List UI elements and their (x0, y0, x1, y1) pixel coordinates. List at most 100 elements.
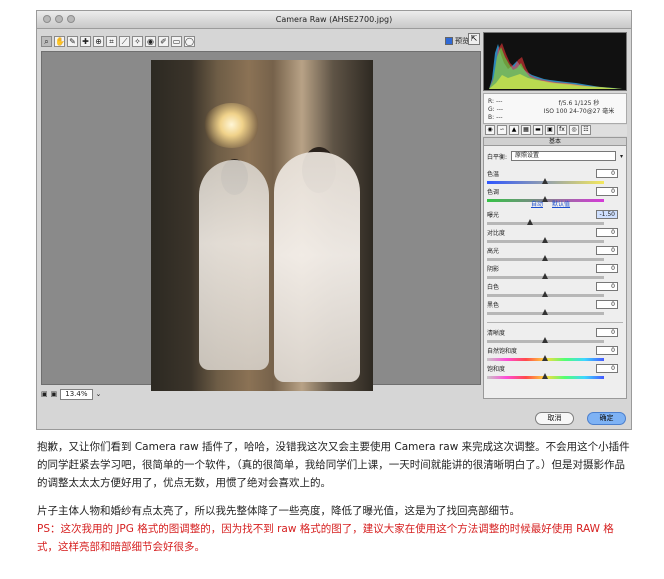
white-balance-label: 白平衡: (487, 153, 508, 161)
contrast-slider[interactable] (487, 237, 604, 243)
highlights-slider[interactable] (487, 255, 604, 261)
tone-curve-tab-icon[interactable]: ∽ (497, 125, 507, 135)
clarity-slider[interactable] (487, 337, 604, 343)
zoom-level[interactable]: 13.4% (60, 388, 93, 400)
bride-dress (274, 152, 360, 382)
spot-removal-tool-icon[interactable]: ✧ (132, 35, 143, 47)
focal-length-metadata: 24-70@27 毫米 (569, 108, 615, 115)
crop-tool-icon[interactable]: ⌗ (106, 35, 117, 47)
clarity-input[interactable]: 0 (596, 328, 618, 337)
zoom-tool-icon[interactable]: ⌕ (41, 35, 52, 47)
highlights-slider-thumb[interactable] (542, 255, 548, 261)
graduated-filter-tool-icon[interactable]: ▭ (171, 35, 182, 47)
camera-raw-window: Camera Raw (AHSE2700.jpg) ⌕ ✋ ✎ ✚ ⊕ ⌗ ⟋ … (36, 10, 632, 430)
exposure-metadata: f/5.6 1/125 秒 (558, 100, 600, 107)
blacks-row: 黑色 0 (487, 300, 623, 318)
exposure-slider-thumb[interactable] (527, 219, 533, 225)
detail-tab-icon[interactable]: ▲ (509, 125, 519, 135)
whites-input[interactable]: 0 (596, 282, 618, 291)
basic-tab-icon[interactable]: ◉ (485, 125, 495, 135)
histogram (483, 32, 627, 91)
article-paragraph-2: 片子主体人物和婚纱有点太亮了，所以我先整体降了一些亮度，降低了曝光值，这是为了找… (37, 505, 520, 517)
ok-button[interactable]: 确定 (587, 412, 626, 425)
preview-label: 预览 (455, 37, 469, 45)
auto-default-links: 自动 默认值 (531, 199, 570, 208)
g-value: --- (496, 106, 504, 113)
title-bar: Camera Raw (AHSE2700.jpg) (37, 11, 631, 29)
clarity-row: 清晰度 0 (487, 328, 623, 346)
highlights-input[interactable]: 0 (596, 246, 618, 255)
shadows-row: 阴影 0 (487, 264, 623, 282)
radial-filter-tool-icon[interactable]: ◯ (184, 35, 195, 47)
shadows-input[interactable]: 0 (596, 264, 618, 273)
color-sampler-tool-icon[interactable]: ✚ (80, 35, 91, 47)
clarity-slider-thumb[interactable] (542, 337, 548, 343)
fullscreen-toggle-icon[interactable]: ⇱ (468, 33, 480, 45)
whites-slider-thumb[interactable] (542, 291, 548, 297)
blacks-slider[interactable] (487, 309, 604, 315)
adjustment-brush-tool-icon[interactable]: ✐ (158, 35, 169, 47)
straighten-tool-icon[interactable]: ⟋ (119, 35, 130, 47)
close-window-button[interactable] (43, 15, 51, 23)
white-balance-tool-icon[interactable]: ✎ (67, 35, 78, 47)
zoom-dropdown-icon[interactable]: ⌄ (96, 390, 102, 398)
camera-calibration-tab-icon[interactable]: ◎ (569, 125, 579, 135)
tint-label: 色调 (487, 189, 500, 196)
red-eye-tool-icon[interactable]: ◉ (145, 35, 156, 47)
g-label: G: (488, 106, 495, 113)
split-toning-tab-icon[interactable]: ▬ (533, 125, 543, 135)
blacks-slider-thumb[interactable] (542, 309, 548, 315)
exposure-slider[interactable] (487, 219, 604, 225)
temperature-slider-thumb[interactable] (542, 178, 548, 184)
minimize-window-button[interactable] (55, 15, 63, 23)
vibrance-input[interactable]: 0 (596, 346, 618, 355)
hand-tool-icon[interactable]: ✋ (54, 35, 65, 47)
cancel-button[interactable]: 取消 (535, 412, 574, 425)
image-info-panel: R: --- G: --- B: --- f/5.6 1/125 秒 ISO 1… (483, 93, 627, 124)
exposure-input[interactable]: -1.50 (596, 210, 618, 219)
whites-slider[interactable] (487, 291, 604, 297)
presets-tab-icon[interactable]: ☷ (581, 125, 591, 135)
r-label: R: (488, 98, 495, 105)
contrast-label: 对比度 (487, 230, 506, 237)
right-sidebar: R: --- G: --- B: --- f/5.6 1/125 秒 ISO 1… (483, 32, 627, 401)
whites-row: 白色 0 (487, 282, 623, 300)
zoom-window-button[interactable] (67, 15, 75, 23)
tint-input[interactable]: 0 (596, 187, 618, 196)
zoom-out-icon[interactable]: ▣ (41, 390, 48, 398)
white-balance-select[interactable]: 原照设置 (511, 151, 616, 161)
wedding-photo-preview (151, 60, 373, 391)
b-value: --- (496, 114, 503, 121)
blacks-input[interactable]: 0 (596, 300, 618, 309)
rgb-readout: R: --- G: --- B: --- (488, 98, 503, 122)
temperature-row: 色温 0 (487, 169, 623, 187)
article-paragraph-2-block: 片子主体人物和婚纱有点太亮了，所以我先整体降了一些亮度，降低了曝光值，这是为了找… (37, 502, 634, 556)
saturation-input[interactable]: 0 (596, 364, 618, 373)
shadows-slider-thumb[interactable] (542, 273, 548, 279)
preview-toggle[interactable]: 预览 (445, 36, 469, 46)
zoom-in-icon[interactable]: ▣ (51, 390, 58, 398)
shadows-label: 阴影 (487, 266, 500, 273)
contrast-slider-thumb[interactable] (542, 237, 548, 243)
saturation-slider-thumb[interactable] (542, 373, 548, 379)
shadows-slider[interactable] (487, 273, 604, 279)
saturation-slider[interactable] (487, 373, 604, 379)
chevron-down-icon[interactable]: ▾ (620, 153, 623, 160)
panel-title: 基本 (484, 138, 626, 146)
auto-link[interactable]: 自动 (531, 199, 543, 208)
vibrance-slider-thumb[interactable] (542, 355, 548, 361)
vibrance-slider[interactable] (487, 355, 604, 361)
hsl-tab-icon[interactable]: ▦ (521, 125, 531, 135)
effects-tab-icon[interactable]: fx (557, 125, 567, 135)
target-adjustment-tool-icon[interactable]: ⊕ (93, 35, 104, 47)
temperature-input[interactable]: 0 (596, 169, 618, 178)
temperature-slider[interactable] (487, 178, 604, 184)
iso-metadata: ISO 100 (543, 108, 568, 115)
image-preview-area[interactable] (41, 51, 481, 391)
contrast-input[interactable]: 0 (596, 228, 618, 237)
temperature-label: 色温 (487, 171, 500, 178)
white-balance-row: 白平衡: 原照设置 ▾ (487, 151, 623, 161)
preview-checkbox[interactable] (445, 37, 453, 45)
default-link[interactable]: 默认值 (552, 199, 570, 208)
lens-tab-icon[interactable]: ▣ (545, 125, 555, 135)
